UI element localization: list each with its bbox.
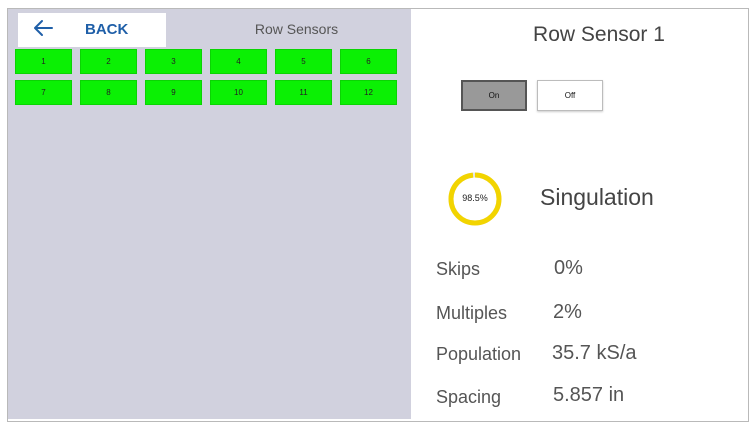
spacing-value: 5.857 in [553,384,625,406]
sensor-button-3[interactable]: 3 [145,49,202,74]
sensor-button-8[interactable]: 8 [80,80,137,105]
off-toggle-button[interactable]: Off [537,80,603,111]
row-sensors-panel: BACK Row Sensors 1 2 3 4 5 6 7 8 9 10 11… [8,9,411,419]
spacing-label: Spacing [436,387,502,407]
skips-label: Skips [436,259,481,279]
back-arrow-icon [34,20,53,36]
sensor-button-6[interactable]: 6 [340,49,397,74]
multiples-label: Multiples [436,303,508,323]
sensor-button-10[interactable]: 10 [210,80,267,105]
sensor-button-1[interactable]: 1 [15,49,72,74]
row-sensors-title: Row Sensors [254,21,339,37]
sensor-button-11[interactable]: 11 [275,80,332,105]
sensor-grid: 1 2 3 4 5 6 7 8 9 10 11 12 [15,49,406,105]
sensor-button-12[interactable]: 12 [340,80,397,105]
population-label: Population [436,344,522,364]
sensor-button-4[interactable]: 4 [210,49,267,74]
sensor-detail-title: Row Sensor 1 [533,23,665,46]
sensor-button-9[interactable]: 9 [145,80,202,105]
singulation-label: Singulation [540,184,654,210]
skips-value: 0% [554,257,583,279]
sensor-button-5[interactable]: 5 [275,49,332,74]
back-button[interactable]: BACK [18,13,166,47]
population-value: 35.7 kS/a [552,342,637,364]
singulation-percent: 98.5% [462,193,488,203]
sensor-button-2[interactable]: 2 [80,49,137,74]
sensor-detail-panel: Row Sensor 1 On Off 98.5% Singulation Sk… [412,9,746,419]
sensor-button-7[interactable]: 7 [15,80,72,105]
back-button-label: BACK [85,21,129,38]
multiples-value: 2% [553,301,582,323]
on-toggle-button[interactable]: On [461,80,527,111]
